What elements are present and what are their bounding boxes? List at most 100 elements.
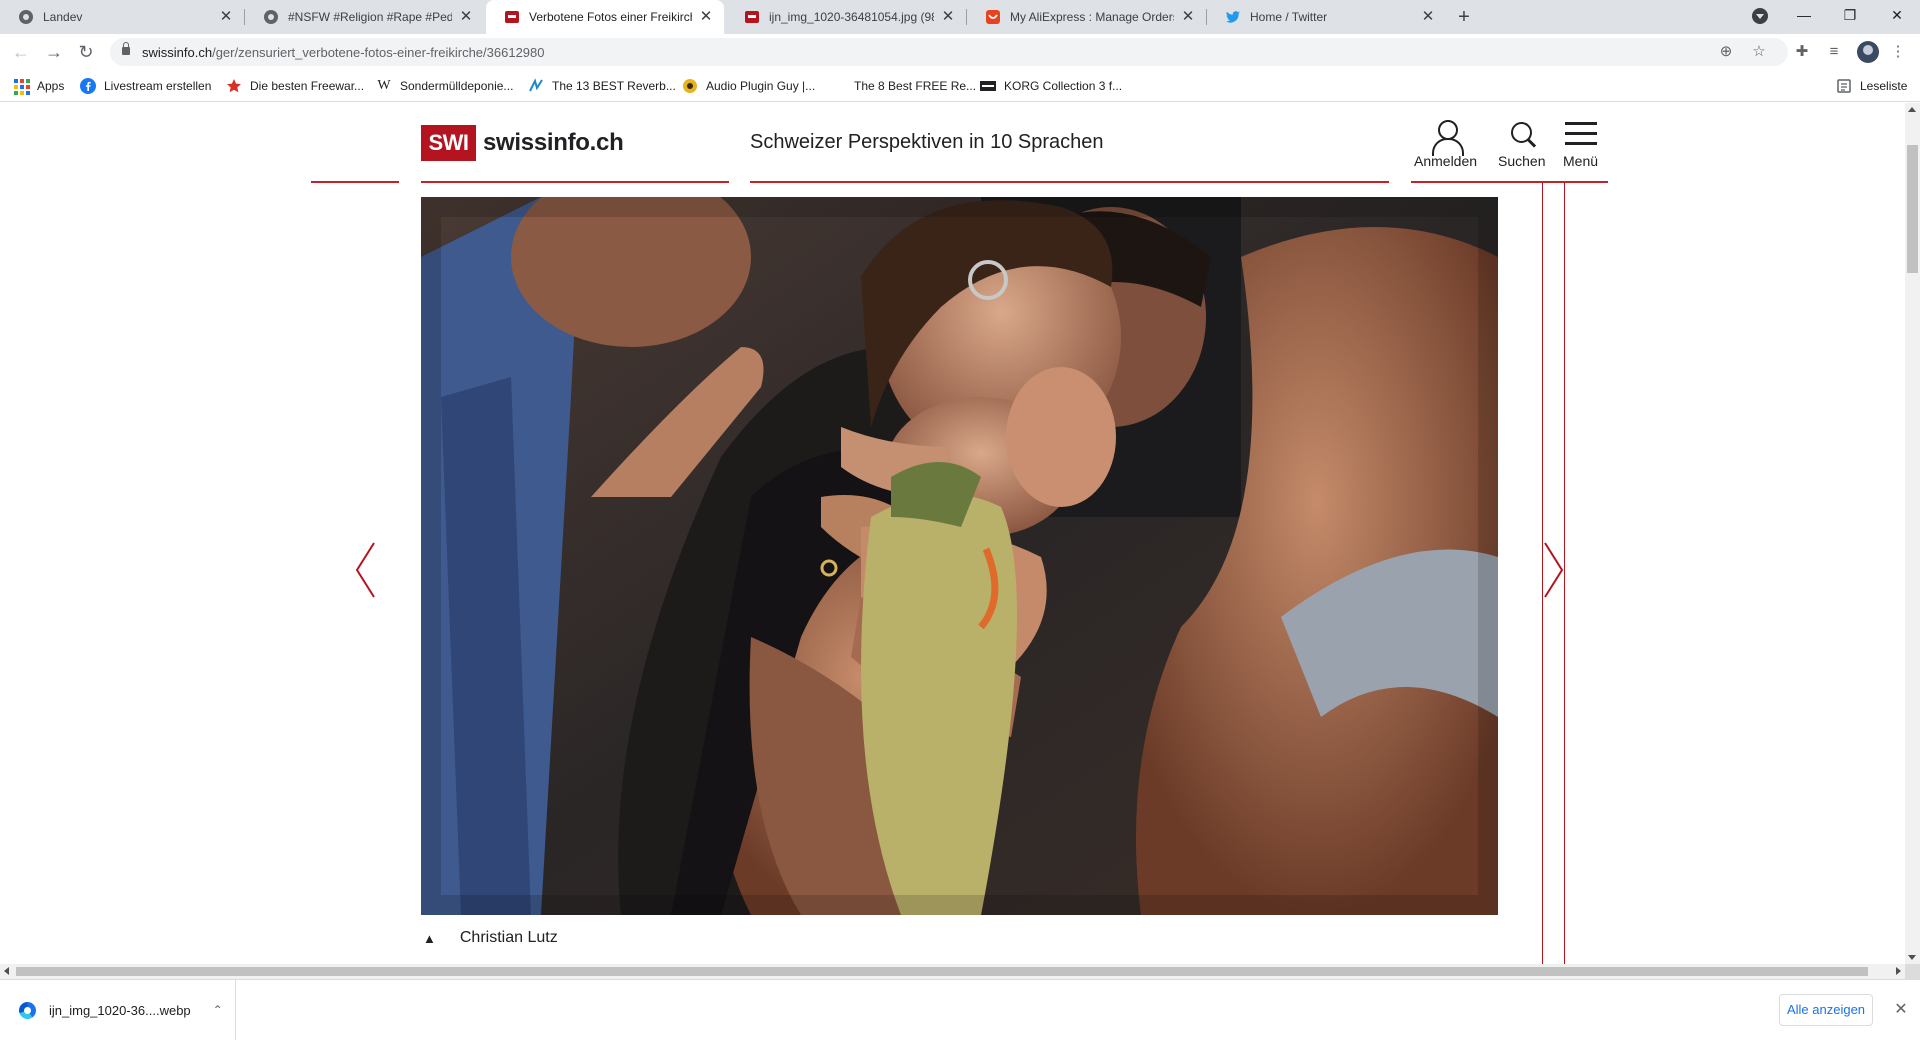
gallery-photo[interactable]	[421, 197, 1498, 915]
apps-grid-icon	[13, 78, 30, 95]
close-icon[interactable]: ✕	[940, 9, 956, 25]
address-bar[interactable]: swissinfo.ch/ger/zensuriert_verbotene-fo…	[110, 38, 1788, 66]
bookmark-label: Audio Plugin Guy |...	[706, 79, 816, 93]
back-icon[interactable]: ←	[9, 40, 33, 64]
header-divider	[750, 181, 1389, 183]
tab-title: Landev	[43, 10, 83, 24]
browser-toolbar: ← → ↻ swissinfo.ch/ger/zensuriert_verbot…	[0, 34, 1920, 70]
more-menu-icon[interactable]: ⋮	[1888, 42, 1908, 62]
photo-caption: ▲ Christian Lutz	[421, 926, 558, 950]
reload-icon[interactable]: ↻	[74, 40, 98, 64]
bookmark-free-reverb[interactable]: The 8 Best FREE Re...	[830, 77, 976, 95]
next-arrow-icon[interactable]	[1541, 541, 1565, 599]
bookmark-label: KORG Collection 3 f...	[1004, 79, 1123, 93]
tab-aliexpress[interactable]: My AliExpress : Manage Orders ✕	[967, 0, 1206, 34]
header-divider	[421, 181, 729, 183]
header-divider	[1411, 181, 1608, 183]
scroll-left-icon[interactable]	[4, 967, 9, 975]
site-logo[interactable]: SWI swissinfo.ch	[421, 124, 624, 162]
window-close-icon[interactable]: ✕	[1874, 0, 1920, 30]
close-icon[interactable]: ✕	[698, 9, 714, 25]
zoom-icon[interactable]: ⊕	[1716, 42, 1736, 62]
photo-illustration	[421, 197, 1498, 915]
header-divider	[311, 181, 399, 183]
download-shelf: ijn_img_1020-36....webp ⌃ Alle anzeigen …	[0, 979, 1920, 1040]
menu-button[interactable]: Menü	[1563, 119, 1598, 169]
login-button[interactable]: Anmelden	[1414, 119, 1477, 169]
chevron-up-icon[interactable]: ⌃	[213, 1004, 223, 1016]
url-host: swissinfo.ch	[142, 45, 213, 60]
bookmark-apps[interactable]: Apps	[13, 77, 64, 95]
reverb-site-icon	[529, 78, 543, 92]
bookmark-sondermuell[interactable]: W Sondermülldeponie...	[376, 77, 513, 95]
scroll-down-icon[interactable]	[1908, 955, 1916, 960]
web-page: SWI swissinfo.ch Schweizer Perspektiven …	[0, 103, 1905, 964]
bookmark-korg[interactable]: KORG Collection 3 f...	[980, 77, 1122, 95]
scrollbar-thumb[interactable]	[1907, 145, 1918, 273]
url-text[interactable]: swissinfo.ch/ger/zensuriert_verbotene-fo…	[142, 45, 545, 60]
tab-title: Home / Twitter	[1250, 10, 1328, 24]
reading-list-icon	[1837, 79, 1851, 93]
tab-strip: Landev ✕ #NSFW #Religion #Rape #Pedo # ✕…	[0, 0, 1920, 34]
scrollbar-corner	[1905, 964, 1920, 979]
tab-nsfw[interactable]: #NSFW #Religion #Rape #Pedo # ✕	[245, 0, 484, 34]
bookmark-label: The 13 BEST Reverb...	[552, 79, 676, 93]
profile-avatar[interactable]	[1857, 41, 1879, 63]
swi-favicon-icon	[505, 11, 519, 23]
bookmark-plugin-guy[interactable]: Audio Plugin Guy |...	[682, 77, 815, 95]
logo-name: swissinfo.ch	[483, 129, 624, 156]
scrollbar-thumb[interactable]	[16, 967, 1868, 976]
download-item[interactable]: ijn_img_1020-36....webp ⌃	[0, 980, 236, 1040]
tab-title: My AliExpress : Manage Orders	[1010, 10, 1174, 24]
close-icon[interactable]: ✕	[1420, 9, 1436, 25]
tab-title: Verbotene Fotos einer Freikirche	[529, 10, 692, 24]
reading-list[interactable]: Leseliste	[1836, 77, 1907, 95]
site-tagline[interactable]: Schweizer Perspektiven in 10 Sprachen	[750, 131, 1104, 154]
search-label: Suchen	[1498, 153, 1546, 169]
bookmark-freeware[interactable]: Die besten Freewar...	[226, 77, 364, 95]
url-path: /ger/zensuriert_verbotene-fotos-einer-fr…	[212, 45, 545, 60]
tab-search-icon[interactable]	[1752, 8, 1768, 24]
new-tab-button[interactable]: +	[1452, 6, 1476, 28]
horizontal-scrollbar[interactable]	[0, 964, 1905, 979]
bookmark-label: Die besten Freewar...	[250, 79, 365, 93]
close-icon[interactable]: ✕	[458, 9, 474, 25]
restore-icon[interactable]: ❐	[1827, 0, 1873, 30]
globe-icon	[19, 10, 33, 24]
plugin-guy-icon	[683, 79, 697, 93]
tab-twitter[interactable]: Home / Twitter ✕	[1207, 0, 1446, 34]
korg-icon	[980, 81, 996, 91]
scroll-up-icon[interactable]	[1908, 107, 1916, 112]
bookmarks-bar: Apps Livestream erstellen Die besten Fre…	[0, 70, 1920, 102]
forward-icon[interactable]: →	[42, 40, 66, 64]
lock-icon[interactable]	[122, 42, 130, 55]
scroll-right-icon[interactable]	[1896, 967, 1901, 975]
tab-landev[interactable]: Landev ✕	[0, 0, 244, 34]
menu-label: Menü	[1563, 153, 1599, 169]
extensions-icon[interactable]: ✚	[1792, 42, 1812, 62]
wikipedia-icon: W	[377, 78, 391, 93]
bookmark-reverb[interactable]: The 13 BEST Reverb...	[528, 77, 676, 95]
tab-freikirche[interactable]: Verbotene Fotos einer Freikirche ✕	[486, 0, 724, 34]
media-control-icon[interactable]: ≡	[1824, 42, 1844, 62]
bookmark-livestream[interactable]: Livestream erstellen	[80, 77, 211, 95]
close-icon[interactable]: ✕	[1892, 998, 1910, 1022]
star-icon	[227, 79, 241, 93]
tab-title: #NSFW #Religion #Rape #Pedo #	[288, 10, 452, 24]
close-icon[interactable]: ✕	[218, 9, 234, 25]
swi-favicon-icon	[745, 11, 759, 23]
photo-credit: Christian Lutz	[459, 929, 558, 946]
bookmark-label: Sondermülldeponie...	[400, 79, 514, 93]
search-button[interactable]: Suchen	[1498, 119, 1545, 169]
twitter-icon	[1226, 11, 1240, 23]
tab-image[interactable]: ijn_img_1020-36481054.jpg (980 ✕	[726, 0, 966, 34]
caption-toggle-icon[interactable]: ▲	[423, 931, 436, 946]
show-all-downloads-button[interactable]: Alle anzeigen	[1779, 994, 1873, 1026]
logo-box: SWI	[421, 125, 476, 161]
prev-arrow-icon[interactable]	[354, 541, 378, 599]
minimize-icon[interactable]: —	[1781, 0, 1827, 30]
bookmark-star-icon[interactable]: ☆	[1749, 42, 1769, 62]
globe-icon	[264, 10, 278, 24]
close-icon[interactable]: ✕	[1180, 9, 1196, 25]
vertical-scrollbar[interactable]	[1905, 103, 1920, 964]
